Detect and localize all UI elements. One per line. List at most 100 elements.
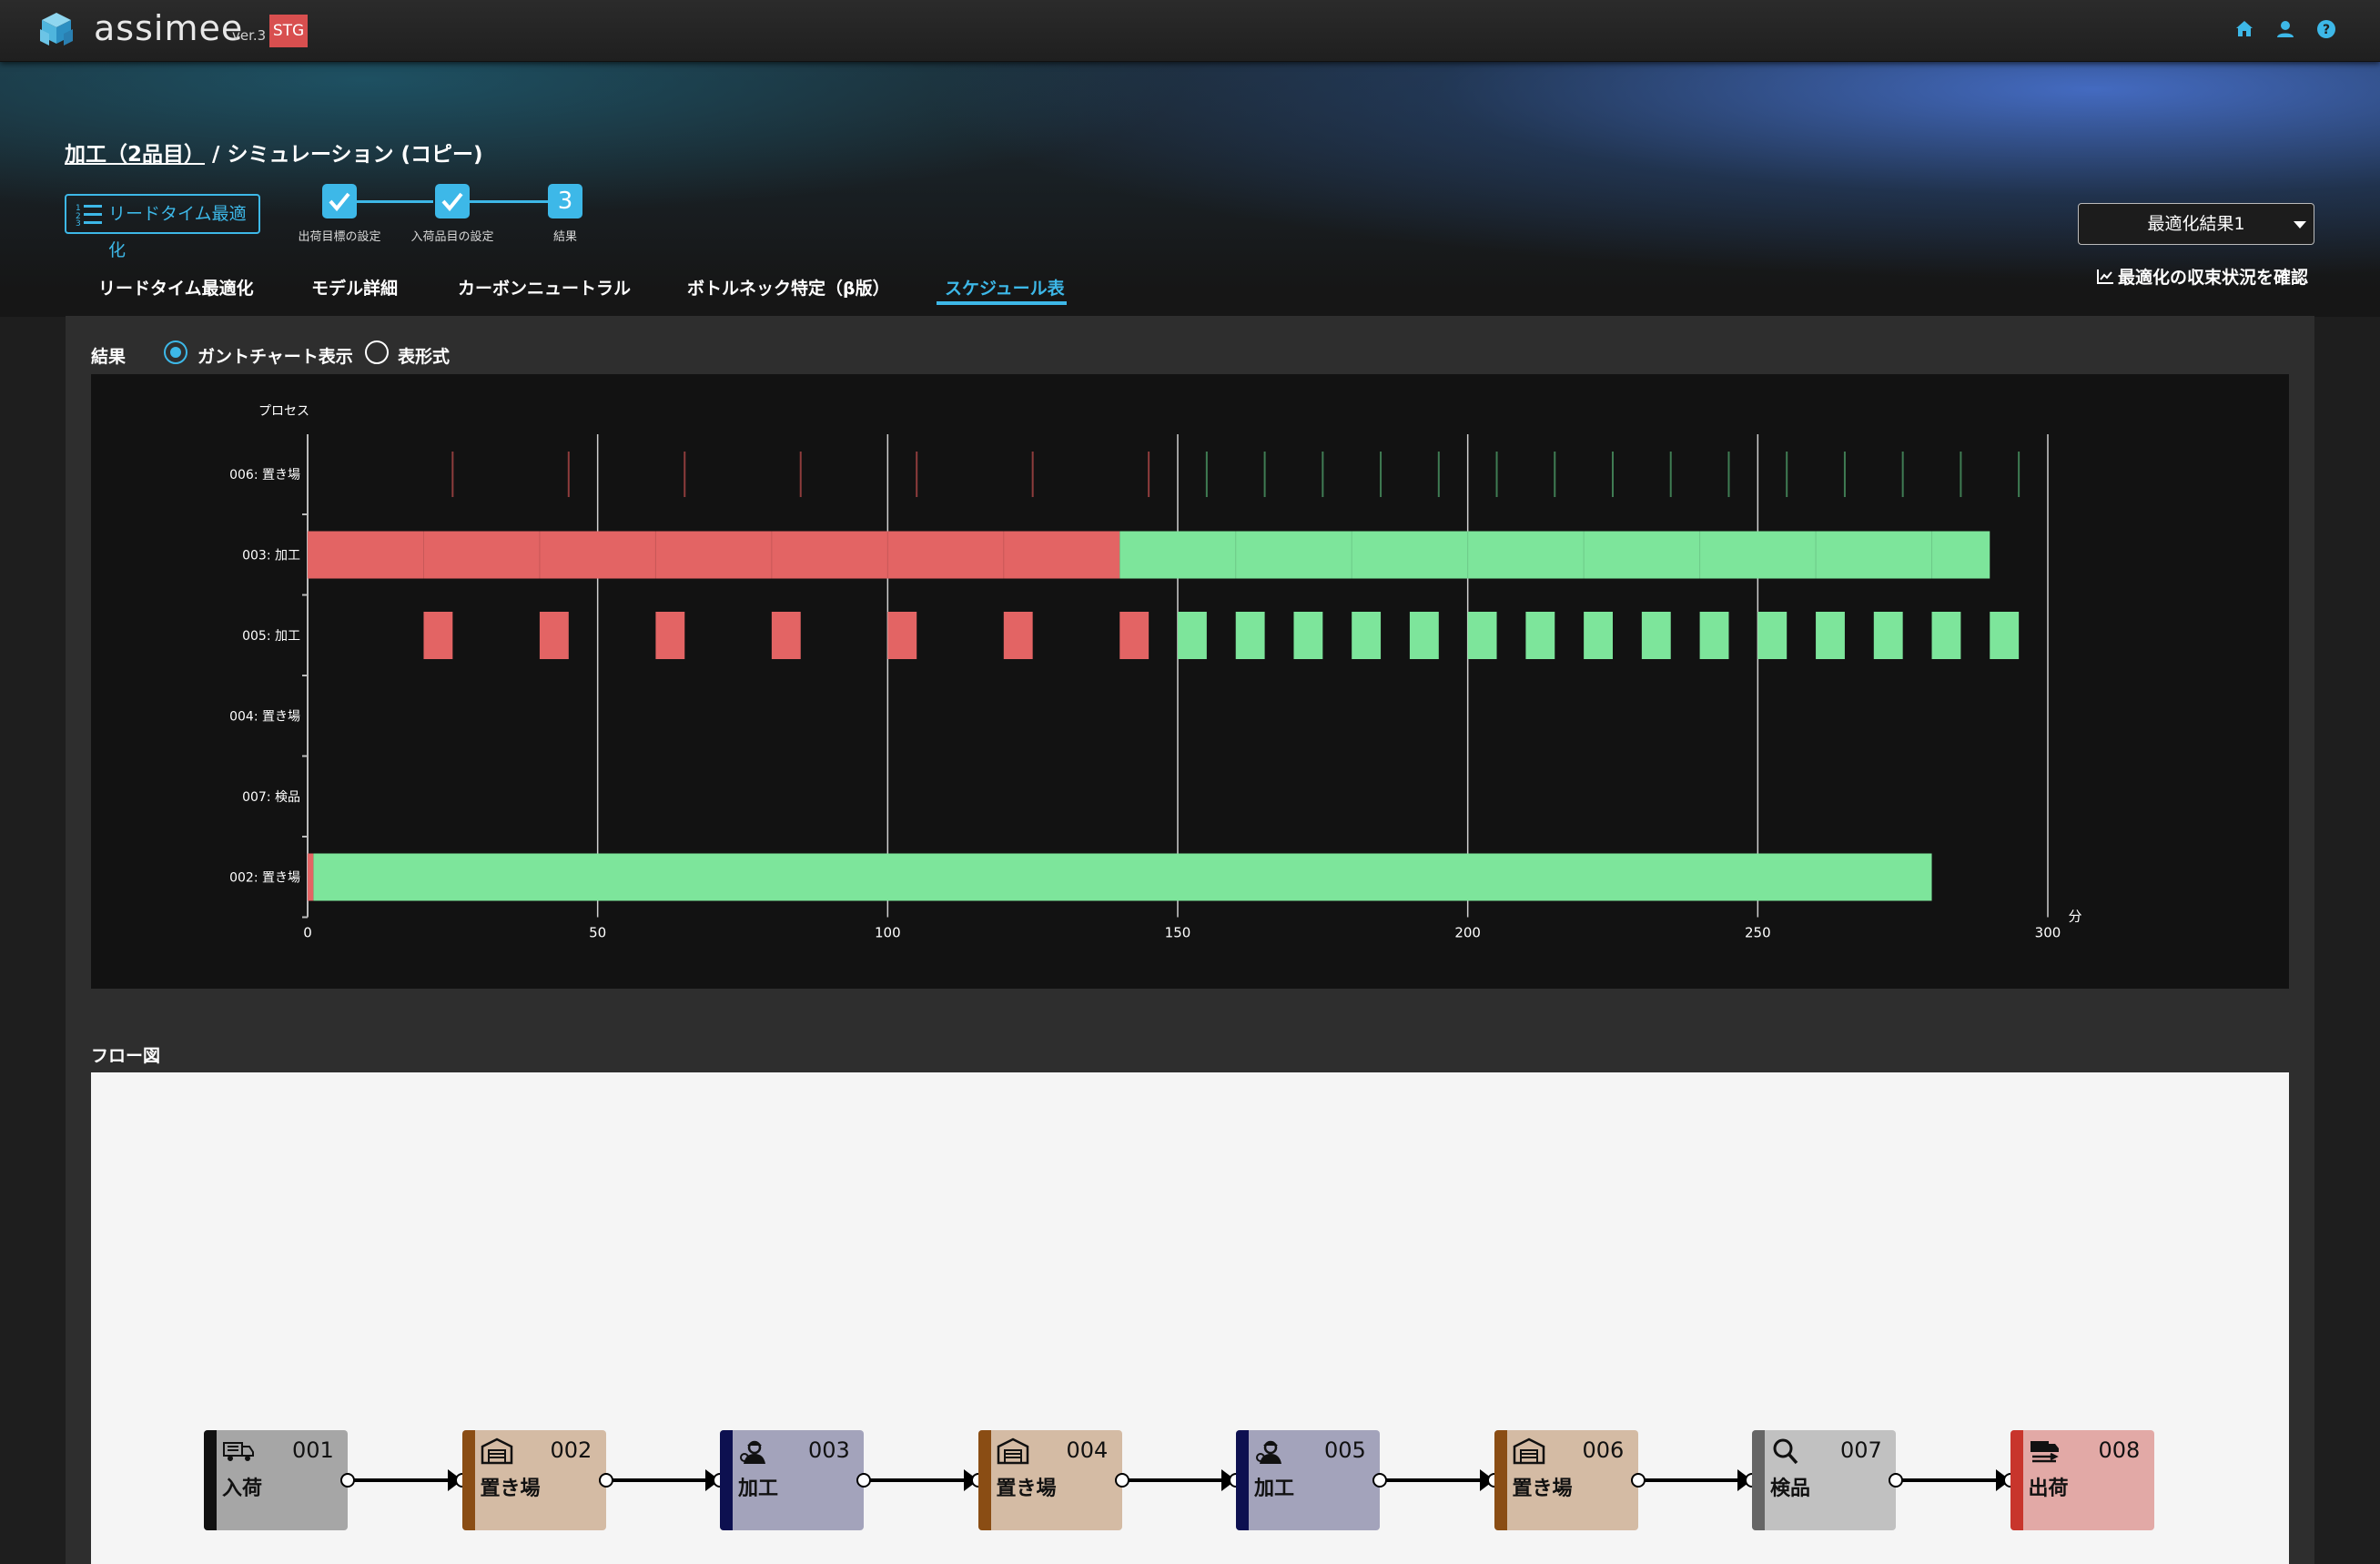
- gantt-view-label[interactable]: ガントチャート表示: [197, 343, 353, 368]
- flow-node-id: 008: [2098, 1437, 2141, 1463]
- flow-node-id: 005: [1324, 1437, 1366, 1463]
- app-name: assimee: [94, 8, 244, 48]
- shipping-truck-icon: [2029, 1437, 2061, 1465]
- leadtime-mode-button[interactable]: 1 2 3 リードタイム最適化: [65, 194, 260, 260]
- flow-output-port[interactable]: [1372, 1473, 1387, 1488]
- user-icon[interactable]: [2273, 18, 2298, 44]
- gantt-view-radio[interactable]: [164, 340, 187, 364]
- breadcrumb-separator: /: [205, 143, 228, 167]
- flow-node-006[interactable]: 006 置き場: [1494, 1430, 1638, 1530]
- x-tick-label: 300: [2035, 925, 2061, 941]
- row-label: 003: 加工: [242, 549, 300, 564]
- flow-label: フロー図: [91, 1046, 161, 1066]
- flow-connector: [348, 1478, 451, 1482]
- gantt-bar: [1525, 612, 1555, 659]
- gantt-bar: [539, 612, 569, 659]
- gantt-bar: [1352, 612, 1382, 659]
- flow-node-type-bar: [204, 1430, 217, 1530]
- flow-connector: [605, 1478, 709, 1482]
- gantt-bar: [1003, 612, 1033, 659]
- x-tick-label: 50: [589, 925, 606, 941]
- flow-node-name: 加工: [1254, 1478, 1295, 1500]
- flow-node-005[interactable]: 005 加工: [1236, 1430, 1380, 1530]
- help-icon[interactable]: ?: [2314, 18, 2339, 44]
- flow-node-type-bar: [720, 1430, 733, 1530]
- flow-connector: [1121, 1478, 1225, 1482]
- step-3-number[interactable]: 3: [548, 184, 582, 218]
- gantt-bar: [308, 531, 1120, 579]
- gantt-chart-svg: プロセス 006: 置き場 003: 加工 005: 加工 004: 置き場 007: 検…: [229, 404, 2081, 941]
- step-3-label: 結果: [552, 230, 577, 244]
- gantt-bar: [1990, 612, 2020, 659]
- y-axis-label: プロセス: [258, 404, 309, 419]
- warehouse-icon: [481, 1437, 513, 1465]
- flow-node-001[interactable]: 001 入荷: [204, 1430, 348, 1530]
- flow-node-name: 加工: [738, 1478, 779, 1500]
- tab-model-detail[interactable]: モデル詳細: [311, 275, 398, 300]
- tab-bottleneck[interactable]: ボトルネック特定（β版）: [687, 275, 890, 300]
- flow-node-id: 007: [1840, 1437, 1882, 1463]
- warehouse-icon: [997, 1437, 1029, 1465]
- flow-output-port[interactable]: [1889, 1473, 1903, 1488]
- flow-node-type-bar: [1494, 1430, 1507, 1530]
- truck-icon: [222, 1437, 255, 1465]
- gantt-bar: [1584, 612, 1613, 659]
- wizard-stepper: 3 出荷目標の設定 入荷品目の設定 結果: [298, 180, 619, 244]
- x-tick-label: 0: [303, 925, 312, 941]
- flow-node-name: 置き場: [480, 1478, 541, 1500]
- flow-output-port[interactable]: [598, 1473, 613, 1488]
- tab-carbon-neutral[interactable]: カーボンニュートラル: [458, 275, 631, 300]
- gantt-bar: [1235, 612, 1265, 659]
- result-select-value: 最適化結果1: [2147, 214, 2245, 234]
- step-2-check-icon[interactable]: [435, 184, 470, 218]
- x-tick-label: 200: [1454, 925, 1481, 941]
- table-view-radio[interactable]: [365, 340, 389, 364]
- step-connector: [357, 200, 433, 203]
- x-tick-label: 250: [1745, 925, 1771, 941]
- tab-leadtime[interactable]: リードタイム最適化: [98, 275, 254, 300]
- flow-node-name: 置き場: [1512, 1478, 1573, 1500]
- gantt-bar: [1119, 612, 1149, 659]
- tab-schedule[interactable]: スケジュール表: [945, 275, 1065, 300]
- flow-node-type-bar: [977, 1430, 991, 1530]
- flow-output-port[interactable]: [1114, 1473, 1129, 1488]
- flow-output-port[interactable]: [1630, 1473, 1646, 1488]
- flow-node-007[interactable]: 007 検品: [1752, 1430, 1896, 1530]
- gantt-bar: [887, 612, 917, 659]
- flow-output-port[interactable]: [856, 1473, 871, 1488]
- gantt-bar: [1641, 612, 1671, 659]
- flow-connector: [1896, 1478, 2000, 1482]
- flow-node-type-bar: [2010, 1430, 2023, 1530]
- home-icon[interactable]: [2232, 18, 2257, 44]
- gantt-bar: [1409, 612, 1439, 659]
- table-view-label[interactable]: 表形式: [398, 343, 450, 368]
- x-axis-label: 分: [2068, 909, 2081, 925]
- app-version: ver.3: [232, 27, 267, 44]
- flow-node-003[interactable]: 003 加工: [720, 1430, 864, 1530]
- top-bar: assimee ver.3 STG ?: [0, 0, 2380, 62]
- convergence-link-label: 最適化の収束状況を確認: [2118, 268, 2309, 288]
- flow-node-008[interactable]: 008 出荷: [2010, 1430, 2154, 1530]
- step-1-check-icon[interactable]: [322, 184, 357, 218]
- breadcrumb-project-link[interactable]: 加工（2品目）: [65, 143, 205, 167]
- worker-icon: [1254, 1437, 1287, 1465]
- breadcrumb: 加工（2品目） / シミュレーション (コピー): [65, 137, 483, 168]
- active-tab-indicator: [937, 301, 1067, 305]
- convergence-link[interactable]: 最適化の収束状況を確認: [2096, 264, 2308, 289]
- flow-output-port[interactable]: [340, 1473, 355, 1488]
- flow-node-002[interactable]: 002 置き場: [461, 1430, 606, 1530]
- flow-node-name: 出荷: [2028, 1478, 2069, 1500]
- worker-icon: [738, 1437, 771, 1465]
- flow-node-004[interactable]: 004 置き場: [977, 1430, 1122, 1530]
- gantt-bar: [313, 853, 1932, 901]
- assimee-logo[interactable]: [31, 11, 82, 51]
- flow-node-id: 006: [1582, 1437, 1625, 1463]
- gantt-bar: [1467, 612, 1497, 659]
- gantt-bar: [1816, 612, 1845, 659]
- flow-node-name: 入荷: [222, 1478, 263, 1500]
- line-chart-icon: [2097, 269, 2113, 284]
- gantt-bar: [1178, 612, 1207, 659]
- row-label: 005: 加工: [242, 629, 300, 644]
- numbered-list-icon: 1 2 3: [76, 204, 102, 226]
- result-select[interactable]: 最適化結果1: [2078, 203, 2314, 245]
